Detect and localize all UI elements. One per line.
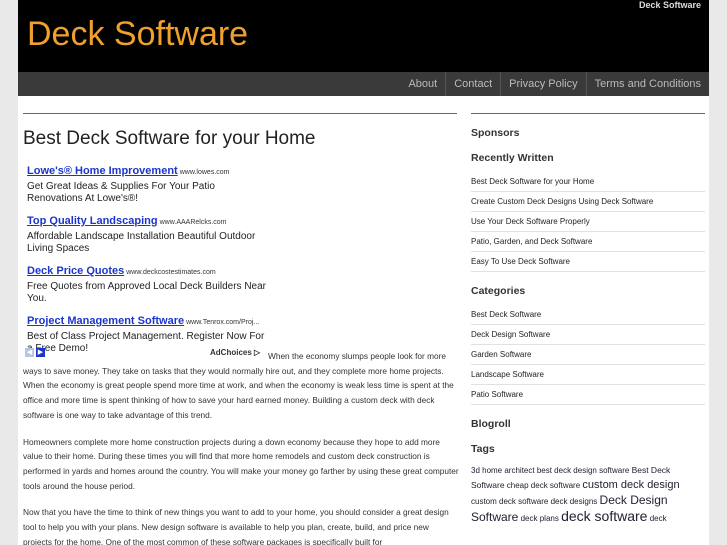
recent-list: Best Deck Software for your Home Create … <box>471 172 705 272</box>
tag-link[interactable]: cheap deck software <box>507 481 580 490</box>
ad-url[interactable]: www.lowes.com <box>180 169 230 176</box>
header: Deck Software Deck Software <box>18 0 709 72</box>
recent-post-link[interactable]: Use Your Deck Software Properly <box>471 212 705 232</box>
paragraph: When the economy slumps people look for … <box>23 351 454 420</box>
page: Deck Software Deck Software About Contac… <box>18 0 709 545</box>
ad-block: Lowe's® Home Improvement www.lowes.com Ge… <box>27 161 267 361</box>
tags-heading: Tags <box>471 443 495 455</box>
category-link[interactable]: Garden Software <box>471 345 705 365</box>
ad-url[interactable]: www.AAARelcks.com <box>160 219 227 226</box>
category-link[interactable]: Best Deck Software <box>471 305 705 325</box>
ad-url[interactable]: www.Tenrox.com/Proj... <box>186 319 259 326</box>
ad-desc: Get Great Ideas & Supplies For Your Pati… <box>27 181 215 204</box>
blogroll-heading: Blogroll <box>471 418 511 430</box>
ad-item: Lowe's® Home Improvement www.lowes.com Ge… <box>27 161 267 205</box>
ad-title-link[interactable]: Project Management Software <box>27 315 184 327</box>
ad-title-link[interactable]: Top Quality Landscaping <box>27 215 158 227</box>
nav-bar: About Contact Privacy Policy Terms and C… <box>18 72 709 96</box>
category-link[interactable]: Deck Design Software <box>471 325 705 345</box>
sponsors-heading: Sponsors <box>471 127 520 139</box>
ad-desc: Free Quotes from Approved Local Deck Bui… <box>27 281 266 304</box>
tag-cloud: 3d home architect best deck design softw… <box>471 463 695 526</box>
ad-url[interactable]: www.deckcostestimates.com <box>126 269 215 276</box>
recent-post-link[interactable]: Easy To Use Deck Software <box>471 252 705 272</box>
category-link[interactable]: Landscape Software <box>471 365 705 385</box>
nav-privacy-policy[interactable]: Privacy Policy <box>500 72 585 96</box>
nav-contact[interactable]: Contact <box>445 72 500 96</box>
nav-terms[interactable]: Terms and Conditions <box>585 72 709 96</box>
ad-item: Top Quality Landscaping www.AAARelcks.com… <box>27 211 267 255</box>
paragraph: Homeowners complete more home constructi… <box>23 436 459 491</box>
recent-post-link[interactable]: Patio, Garden, and Deck Software <box>471 232 705 252</box>
ad-title-link[interactable]: Lowe's® Home Improvement <box>27 165 178 177</box>
ad-item: Deck Price Quotes www.deckcostestimates.c… <box>27 261 267 305</box>
tag-link[interactable]: deck <box>650 514 667 523</box>
tag-link[interactable]: deck software <box>561 508 647 524</box>
category-link[interactable]: Patio Software <box>471 385 705 405</box>
ad-desc: Affordable Landscape Installation Beauti… <box>27 231 256 254</box>
post-body: When the economy slumps people look for … <box>23 349 459 545</box>
recent-post-link[interactable]: Create Custom Deck Designs Using Deck So… <box>471 192 705 212</box>
categories-heading: Categories <box>471 285 526 297</box>
tag-link[interactable]: best deck design software <box>537 466 630 475</box>
paragraph: Now that you have the time to think of n… <box>23 507 449 545</box>
post-title[interactable]: Best Deck Software for your Home <box>23 128 316 150</box>
recent-heading: Recently Written <box>471 152 554 164</box>
ad-title-link[interactable]: Deck Price Quotes <box>27 265 124 277</box>
tag-link[interactable]: deck plans <box>521 514 559 523</box>
sidebar: Sponsors Recently Written Best Deck Soft… <box>471 113 705 526</box>
main-divider <box>23 113 457 114</box>
tag-link[interactable]: custom deck software <box>471 497 548 506</box>
tag-link[interactable]: custom deck design <box>582 479 679 491</box>
recent-post-link[interactable]: Best Deck Software for your Home <box>471 172 705 192</box>
tag-link[interactable]: deck designs <box>551 497 598 506</box>
site-title[interactable]: Deck Software <box>27 15 248 54</box>
tag-link[interactable]: 3d home architect <box>471 466 535 475</box>
top-label[interactable]: Deck Software <box>639 0 701 10</box>
categories-list: Best Deck Software Deck Design Software … <box>471 305 705 405</box>
nav-about[interactable]: About <box>400 72 445 96</box>
